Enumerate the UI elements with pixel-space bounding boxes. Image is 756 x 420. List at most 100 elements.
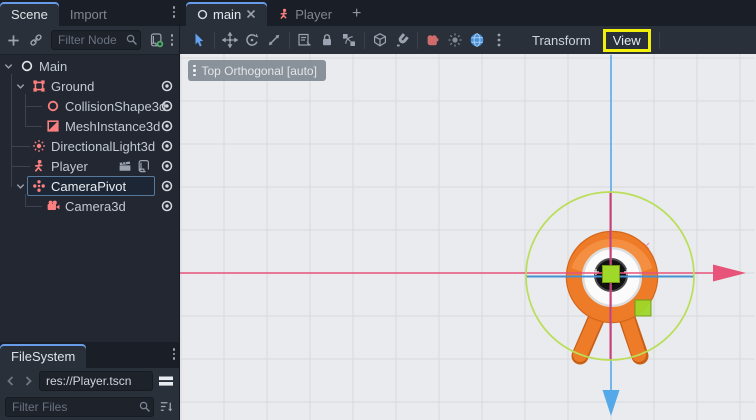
select-button[interactable] <box>188 29 210 51</box>
directional-light-icon <box>32 139 46 153</box>
snap-button[interactable] <box>391 29 413 51</box>
instance-scene-link-icon[interactable] <box>28 32 44 48</box>
close-tab-icon[interactable] <box>246 9 256 19</box>
badge-instance[interactable] <box>118 159 132 173</box>
preview-environment-button[interactable] <box>466 29 488 51</box>
filter-files-input[interactable] <box>5 397 154 417</box>
scale-tool-icon <box>266 32 282 48</box>
tab-scene[interactable]: Scene <box>0 2 59 26</box>
mesh-instance-icon <box>46 119 60 133</box>
tab-import-label: Import <box>70 7 107 22</box>
resource-path-box <box>39 371 153 391</box>
toolbar-separator <box>214 32 215 49</box>
move-button[interactable] <box>219 29 241 51</box>
scene-dock-tabbar: Scene Import <box>0 0 179 26</box>
attach-script-icon[interactable] <box>148 32 164 48</box>
expand-chevron-icon[interactable] <box>15 181 26 192</box>
tree-node-label: MeshInstance3d <box>65 119 160 134</box>
scene-tab-main[interactable]: main <box>186 2 267 26</box>
visibility-eye-icon <box>160 119 174 133</box>
badge-script[interactable] <box>136 159 150 173</box>
tree-row-player[interactable]: Player <box>0 156 179 176</box>
search-icon <box>138 400 151 416</box>
group-tool-icon <box>341 32 357 48</box>
scene-tab-player-label: Player <box>295 7 332 22</box>
transform-menu[interactable]: Transform <box>524 30 599 51</box>
snap-toggle-icon <box>394 32 410 48</box>
static-body-icon <box>32 79 46 93</box>
search-icon <box>125 33 138 49</box>
viewport-view-label: Top Orthogonal [auto] <box>202 64 317 78</box>
visibility-toggle[interactable] <box>160 199 174 216</box>
tab-filesystem[interactable]: FileSystem <box>0 344 86 368</box>
scene-node-icon <box>197 9 208 20</box>
scene-toolbar-menu-icon[interactable] <box>171 34 174 46</box>
visibility-eye-icon <box>160 99 174 113</box>
scene-dock: Scene Import Main <box>0 0 179 341</box>
tab-import[interactable]: Import <box>59 2 118 26</box>
tree-node-label: Main <box>39 59 67 74</box>
viewport-3d[interactable]: Top Orthogonal [auto] <box>180 54 756 420</box>
tree-row-directionallight3d[interactable]: DirectionalLight3d <box>0 136 179 156</box>
history-forward-icon[interactable] <box>22 375 34 387</box>
filesystem-dock: FileSystem <box>0 342 179 420</box>
gizmo-plane-handle[interactable] <box>635 300 651 316</box>
filesystem-menu-icon[interactable] <box>173 348 176 360</box>
tree-row-camera3d[interactable]: Camera3d <box>0 196 179 216</box>
lock-tool-icon <box>319 32 335 48</box>
toolbar-separator <box>364 32 365 49</box>
tree-node-label: CameraPivot <box>51 179 126 194</box>
plus-icon: + <box>352 5 361 23</box>
visibility-toggle[interactable] <box>160 159 174 176</box>
visibility-toggle[interactable] <box>160 179 174 196</box>
rotate-tool-icon <box>244 32 260 48</box>
split-mode-icon[interactable] <box>158 374 174 388</box>
visibility-toggle[interactable] <box>160 99 174 116</box>
character-node-icon <box>278 8 290 20</box>
tree-row-camerapivot[interactable]: CameraPivot <box>0 176 179 196</box>
visibility-toggle[interactable] <box>160 119 174 136</box>
preview-sun-toggle-icon <box>447 32 463 48</box>
scene-tree: Main Ground CollisionShape3d MeshInstance3d… <box>0 55 179 342</box>
script-icon <box>136 159 150 173</box>
visibility-toggle[interactable] <box>160 79 174 96</box>
filesystem-nav-row <box>0 368 179 394</box>
filter-files-box <box>5 397 154 417</box>
menu-dots-button[interactable] <box>488 29 510 51</box>
node3d-icon <box>32 179 46 193</box>
preview-environment-toggle-icon <box>469 32 485 48</box>
expand-chevron-icon[interactable] <box>3 61 14 72</box>
visibility-eye-icon <box>160 139 174 153</box>
list-select-tool-icon <box>297 32 313 48</box>
list-select-button[interactable] <box>294 29 316 51</box>
visibility-toggle[interactable] <box>160 139 174 156</box>
camera-preview-button[interactable] <box>422 29 444 51</box>
new-scene-tab-button[interactable]: + <box>343 2 370 26</box>
preview-sun-button[interactable] <box>444 29 466 51</box>
sort-files-icon[interactable] <box>159 399 174 414</box>
view-menu[interactable]: View <box>611 32 643 49</box>
tree-node-label: Ground <box>51 79 94 94</box>
scene-dock-menu-icon[interactable] <box>173 6 176 18</box>
resource-path-field[interactable] <box>39 371 153 391</box>
local-space-button[interactable] <box>369 29 391 51</box>
tree-row-main[interactable]: Main <box>0 56 179 76</box>
add-node-icon[interactable] <box>6 33 21 48</box>
tab-filesystem-label: FileSystem <box>11 349 75 364</box>
gizmo-center-handle[interactable] <box>603 266 620 283</box>
rotate-button[interactable] <box>241 29 263 51</box>
toolbar-separator <box>417 32 418 49</box>
group-button[interactable] <box>338 29 360 51</box>
viewport-canvas[interactable] <box>180 54 756 420</box>
tree-row-collisionshape3d[interactable]: CollisionShape3d <box>0 96 179 116</box>
scene-tab-player[interactable]: Player <box>267 2 343 26</box>
tree-row-meshinstance3d[interactable]: MeshInstance3d <box>0 116 179 136</box>
history-back-icon[interactable] <box>5 375 17 387</box>
tree-row-ground[interactable]: Ground <box>0 76 179 96</box>
scale-button[interactable] <box>263 29 285 51</box>
viewport-view-menu[interactable]: Top Orthogonal [auto] <box>188 60 326 81</box>
lock-button[interactable] <box>316 29 338 51</box>
expand-chevron-icon[interactable] <box>15 81 26 92</box>
scene-tabstrip: main Player + <box>180 0 756 26</box>
visibility-eye-icon <box>160 79 174 93</box>
